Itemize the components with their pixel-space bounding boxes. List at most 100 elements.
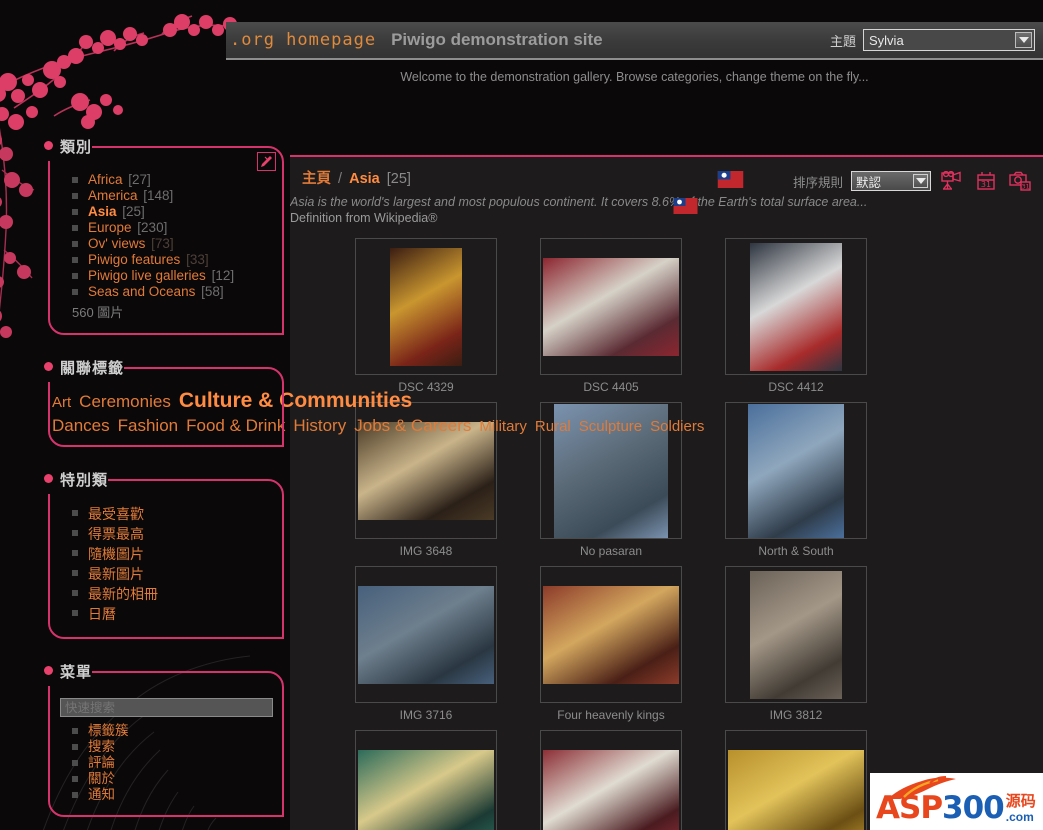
flame-icon xyxy=(886,775,960,801)
sidebar-block-categories: 類別 Africa [27]America [148]Asia [25]Euro… xyxy=(44,136,288,335)
tag-link[interactable]: Jobs & Careers xyxy=(354,416,471,435)
thumbnail-image[interactable] xyxy=(728,750,864,830)
tag-link[interactable]: Sculpture xyxy=(579,418,642,435)
categories-title: 類別 xyxy=(44,136,92,161)
thumbnail-image[interactable] xyxy=(543,258,679,356)
thumbnail-image[interactable] xyxy=(390,248,462,366)
thumbnail-cell[interactable]: DSC 4412 xyxy=(718,238,874,394)
camera-calendar-icon[interactable]: 31 xyxy=(1007,169,1033,193)
thumbnail-cell[interactable]: IMG 3716 xyxy=(348,566,504,722)
breadcrumb-separator: / xyxy=(338,171,342,187)
calendar-icon[interactable]: 31 xyxy=(973,169,999,193)
category-count: [12] xyxy=(208,268,234,283)
tag-link[interactable]: Art xyxy=(52,394,71,411)
main-content: 主頁 / Asia [25] 排序規則 默認 xyxy=(290,155,1043,830)
site-header: .org homepage Piwigo demonstration site … xyxy=(226,22,1043,60)
thumbnail-frame[interactable] xyxy=(355,730,497,830)
thumbnail-frame[interactable] xyxy=(725,238,867,375)
thumbnail-grid: DSC 4329DSC 4405DSC 4412IMG 3648No pasar… xyxy=(290,226,1043,830)
tag-link[interactable]: Rural xyxy=(535,418,571,435)
thumbnail-image[interactable] xyxy=(748,404,844,538)
menu-item[interactable]: 搜索 xyxy=(72,739,272,754)
slideshow-icon[interactable] xyxy=(939,169,965,193)
sidebar-category-item[interactable]: Seas and Oceans [58] xyxy=(72,284,272,299)
tag-cloud: ArtCeremoniesCulture & CommunitiesDances… xyxy=(44,382,288,447)
thumbnail-image[interactable] xyxy=(750,571,842,699)
sidebar-category-item[interactable]: America [148] xyxy=(72,188,272,203)
sort-select[interactable]: 默認 xyxy=(851,171,931,191)
special-category-label: 日曆 xyxy=(88,606,116,622)
sidebar-category-item[interactable]: Europe [230] xyxy=(72,220,272,235)
thumbnail-cell[interactable]: DSC 4405 xyxy=(533,238,689,394)
thumbnail-frame[interactable] xyxy=(725,402,867,539)
thumbnail-cell[interactable]: IMG 3824 xyxy=(348,730,504,830)
theme-select[interactable]: Sylvia xyxy=(863,29,1035,51)
breadcrumb-current: Asia xyxy=(349,171,380,187)
thumbnail-frame[interactable] xyxy=(540,566,682,703)
sidebar-category-item[interactable]: Piwigo live galleries [12] xyxy=(72,268,272,283)
watermark-logo: ASP300 源码 .com xyxy=(870,773,1043,830)
thumbnail-image[interactable] xyxy=(358,586,494,684)
thumbnail-caption: IMG 3812 xyxy=(718,708,874,722)
thumbnail-frame[interactable] xyxy=(355,238,497,375)
cherry-blossom-decoration xyxy=(0,0,244,156)
thumbnail-image[interactable] xyxy=(543,586,679,684)
tag-link[interactable]: Food & Drink xyxy=(186,416,285,435)
thumbnail-frame[interactable] xyxy=(725,730,867,830)
menu-item[interactable]: 關於 xyxy=(72,771,272,786)
taiwan-flag-icon-secondary xyxy=(673,198,698,214)
sidebar-category-item[interactable]: Piwigo features [33] xyxy=(72,252,272,267)
page-root: .org homepage Piwigo demonstration site … xyxy=(0,0,1043,830)
chevron-down-icon[interactable] xyxy=(1015,32,1032,48)
tag-link[interactable]: Ceremonies xyxy=(79,392,171,411)
tag-link[interactable]: Military xyxy=(479,418,527,435)
tag-link[interactable]: Fashion xyxy=(118,416,178,435)
thumbnail-cell[interactable]: IMG 3887 xyxy=(533,730,689,830)
thumbnail-frame[interactable] xyxy=(725,566,867,703)
special-category-item[interactable]: 得票最高 xyxy=(72,525,272,544)
sidebar-category-item[interactable]: Africa [27] xyxy=(72,172,272,187)
menu-item-label: 通知 xyxy=(88,787,115,802)
sort-label: 排序規則 xyxy=(793,172,843,191)
thumbnail-image[interactable] xyxy=(750,243,842,371)
sort-toolbar: 排序規則 默認 31 xyxy=(793,169,1033,193)
tag-link[interactable]: Dances xyxy=(52,416,110,435)
sidebar-category-item[interactable]: Asia [25] xyxy=(72,204,272,219)
tag-link[interactable]: Soldiers xyxy=(650,418,704,435)
special-category-label: 最新的相冊 xyxy=(88,586,158,602)
welcome-message: Welcome to the demonstration gallery. Br… xyxy=(226,70,1043,84)
breadcrumb-home[interactable]: 主頁 xyxy=(302,171,331,187)
thumbnail-cell[interactable]: DSC 4329 xyxy=(348,238,504,394)
edit-categories-icon[interactable] xyxy=(257,152,276,171)
thumbnail-cell[interactable]: North & South xyxy=(718,402,874,558)
thumbnail-cell[interactable]: IMG 3812 xyxy=(718,566,874,722)
special-category-label: 最受喜歡 xyxy=(88,506,144,522)
sidebar-block-tags: 關聯標籤 ArtCeremoniesCulture & CommunitiesD… xyxy=(44,357,288,447)
thumbnail-frame[interactable] xyxy=(540,730,682,830)
thumbnail-image[interactable] xyxy=(358,422,494,520)
tag-link[interactable]: History xyxy=(293,416,346,435)
special-category-item[interactable]: 隨機圖片 xyxy=(72,545,272,564)
thumbnail-image[interactable] xyxy=(543,750,679,830)
thumbnail-cell[interactable]: Four heavenly kings xyxy=(533,566,689,722)
chevron-down-icon[interactable] xyxy=(913,174,928,188)
thumbnail-cell[interactable] xyxy=(718,730,874,830)
special-category-item[interactable]: 最新的相冊 xyxy=(72,585,272,604)
thumbnail-caption: DSC 4405 xyxy=(533,380,689,394)
special-category-item[interactable]: 日曆 xyxy=(72,605,272,624)
thumbnail-frame[interactable] xyxy=(355,566,497,703)
search-input[interactable] xyxy=(60,698,273,717)
menu-item[interactable]: 通知 xyxy=(72,787,272,802)
menu-item[interactable]: 標籤簇 xyxy=(72,723,272,738)
thumbnail-caption: North & South xyxy=(718,544,874,558)
category-label: Seas and Oceans xyxy=(88,284,195,299)
special-category-item[interactable]: 最新圖片 xyxy=(72,565,272,584)
menu-item[interactable]: 評論 xyxy=(72,755,272,770)
theme-selected-value: Sylvia xyxy=(869,33,904,48)
thumbnail-image[interactable] xyxy=(358,750,494,830)
tag-link[interactable]: Culture & Communities xyxy=(179,389,412,412)
description-text: Asia is the world's largest and most pop… xyxy=(290,195,867,209)
special-category-item[interactable]: 最受喜歡 xyxy=(72,505,272,524)
thumbnail-frame[interactable] xyxy=(540,238,682,375)
sidebar-category-item[interactable]: Ov' views [73] xyxy=(72,236,272,251)
